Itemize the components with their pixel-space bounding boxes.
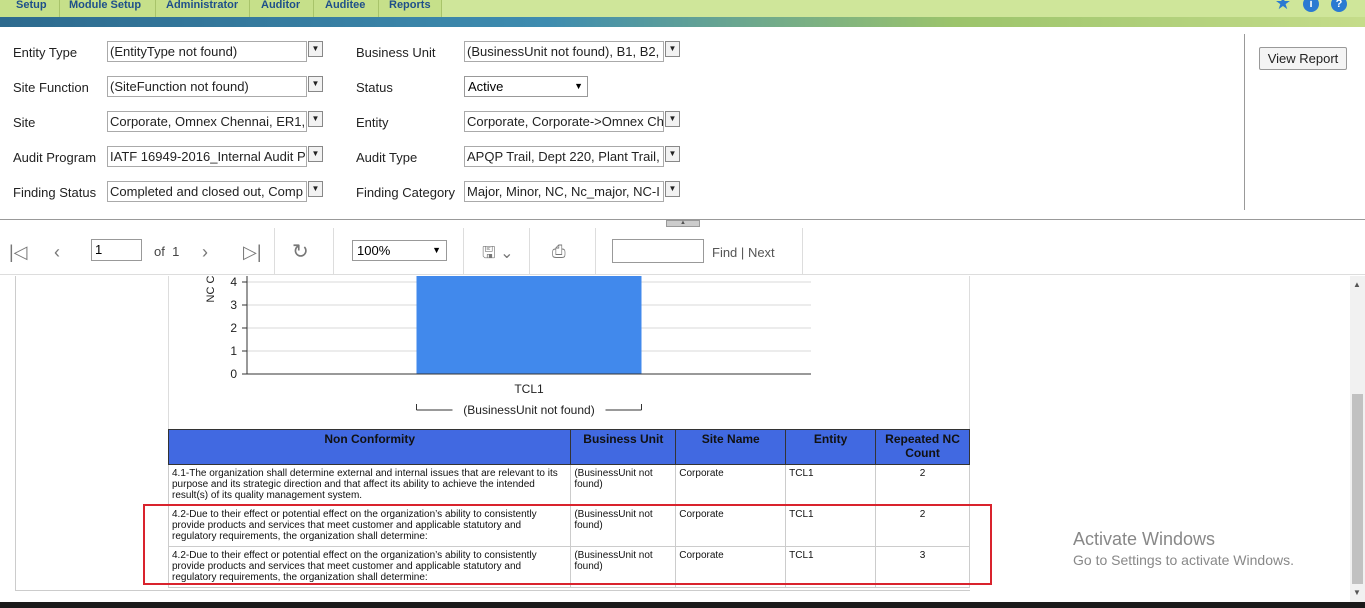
site-function-field[interactable]: (SiteFunction not found) [107,76,307,97]
page-count-label: of 1 [154,244,180,259]
page-number-input[interactable]: 1 [91,239,142,261]
next-link[interactable]: Next [748,245,775,260]
col-entity: Entity [785,429,877,465]
taskbar [0,602,1365,608]
entity-cell: TCL1 [785,464,877,506]
col-non-conformity: Non Conformity [167,429,572,465]
business-unit-field[interactable]: (BusinessUnit not found), B1, B2, I [464,41,664,62]
previous-page-icon[interactable]: ‹ [54,242,60,263]
status-select[interactable]: Active ▼ [464,76,588,97]
business-unit-dropdown[interactable]: ▼ [665,41,680,57]
chart-container: 0 1 2 3 4 TCL1 (BusinessUnit not found) NC Co [168,276,970,429]
y-tick-label: 1 [230,344,237,358]
nc-count-chart: 0 1 2 3 4 TCL1 (BusinessUnit not found) NC Co [205,276,811,417]
audit-program-dropdown[interactable]: ▼ [308,146,323,162]
site-dropdown[interactable]: ▼ [308,111,323,127]
scroll-down-icon[interactable]: ▼ [1353,588,1361,597]
site-field[interactable]: Corporate, Omnex Chennai, ER1, T [107,111,307,132]
audit-program-field[interactable]: IATF 16949-2016_Internal Audit P [107,146,307,167]
finding-status-label: Finding Status [13,185,97,200]
scroll-up-icon[interactable]: ▲ [1353,280,1361,289]
print-icon[interactable]: ⎙ [552,242,566,262]
bar [416,276,642,374]
activate-windows-watermark: Activate Windows Go to Settings to activ… [1073,529,1294,568]
status-label: Status [356,80,393,95]
header-band [0,17,1365,27]
group-label: (BusinessUnit not found) [463,403,594,417]
site-function-label: Site Function [13,80,89,95]
finding-status-dropdown[interactable]: ▼ [308,181,323,197]
status-value: Active [468,79,504,94]
top-nav: Setup Module Setup Administrator Auditor… [0,0,1365,17]
refresh-icon[interactable]: ↻ [292,239,309,264]
help-icon[interactable]: ? [1331,0,1347,12]
vertical-scrollbar[interactable]: ▲ ▼ [1350,276,1365,602]
entity-field[interactable]: Corporate, Corporate->Omnex Ch [464,111,664,132]
find-input[interactable] [612,239,704,263]
nav-tab-module-setup[interactable]: Module Setup [60,0,156,17]
report-viewer: 0 1 2 3 4 TCL1 (BusinessUnit not found) NC Co N… [0,276,1365,602]
collapse-panel-handle[interactable]: ▲ [666,220,700,227]
y-tick-label: 4 [230,276,237,289]
first-page-icon[interactable]: |◁ [9,242,28,263]
site-function-dropdown[interactable]: ▼ [308,76,323,92]
y-tick-label: 3 [230,298,237,312]
entity-type-field[interactable]: (EntityType not found) [107,41,307,62]
finding-category-field[interactable]: Major, Minor, NC, Nc_major, NC-I [464,181,664,202]
finding-category-dropdown[interactable]: ▼ [665,181,680,197]
y-tick-label: 0 [230,367,237,381]
find-controls: Find | Next [712,245,775,260]
table-row: 4.1-The organization shall determine ext… [167,464,970,506]
caret-down-icon: ▼ [574,81,583,91]
col-repeated-nc-count: Repeated NC Count [875,429,970,465]
report-toolbar: |◁ ‹ 1 of 1 › ▷| ↻ 100% ▼ 🖫 ⌄ ⎙ Find | N… [0,228,1365,275]
nav-tab-auditor[interactable]: Auditor [250,0,314,17]
entity-dropdown[interactable]: ▼ [665,111,680,127]
audit-program-label: Audit Program [13,150,97,165]
finding-category-label: Finding Category [356,185,455,200]
next-page-icon[interactable]: › [202,242,208,263]
entity-type-label: Entity Type [13,45,78,60]
find-link[interactable]: Find [712,245,737,260]
info-icon[interactable]: i [1303,0,1319,12]
panel-divider [1244,34,1245,210]
audit-type-field[interactable]: APQP Trail, Dept 220, Plant Trail, P [464,146,664,167]
business-unit-label: Business Unit [356,45,436,60]
site-label: Site [13,115,36,130]
y-axis-label: NC Co [205,276,217,303]
highlight-box [143,504,992,585]
entity-type-dropdown[interactable]: ▼ [308,41,323,57]
audit-type-label: Audit Type [356,150,418,165]
nav-tab-reports[interactable]: Reports [379,0,442,17]
site-cell: Corporate [675,464,787,506]
count-cell: 2 [875,464,970,506]
filter-panel: Entity Type (EntityType not found) ▼ Sit… [0,27,1365,220]
x-tick-label: TCL1 [514,382,544,396]
nav-tab-administrator[interactable]: Administrator [156,0,250,17]
scrollbar-thumb[interactable] [1352,394,1363,584]
zoom-value: 100% [357,243,391,258]
entity-label: Entity [356,115,389,130]
bu-cell: (BusinessUnit not found) [570,464,677,506]
nc-cell: 4.1-The organization shall determine ext… [167,464,572,506]
col-site-name: Site Name [675,429,787,465]
col-business-unit: Business Unit [570,429,677,465]
y-tick-label: 2 [230,321,237,335]
audit-type-dropdown[interactable]: ▼ [665,146,680,162]
star-icon[interactable]: ★ [1275,0,1291,12]
caret-down-icon: ▼ [432,245,441,255]
nav-tab-auditee[interactable]: Auditee [314,0,379,17]
save-icon[interactable]: 🖫 ⌄ [482,242,513,269]
view-report-button[interactable]: View Report [1259,47,1347,70]
last-page-icon[interactable]: ▷| [243,242,262,263]
zoom-select[interactable]: 100% ▼ [352,240,447,261]
finding-status-field[interactable]: Completed and closed out, Comp [107,181,307,202]
nav-tab-setup[interactable]: Setup [0,0,60,17]
